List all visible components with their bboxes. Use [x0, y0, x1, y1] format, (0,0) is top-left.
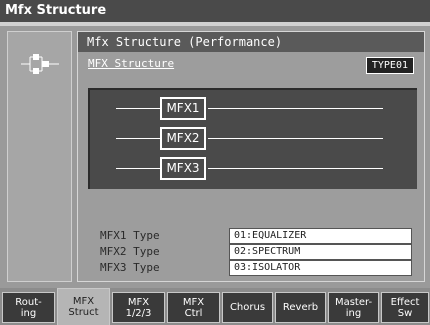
- signal-line-1-out: [208, 108, 383, 109]
- structure-type-badge[interactable]: TYPE01: [365, 57, 414, 74]
- mfx2-type-field[interactable]: 02:SPECTRUM: [229, 244, 412, 260]
- tab-reverb[interactable]: Reverb: [275, 292, 326, 323]
- tab-mfx-ctrl[interactable]: MFX Ctrl: [167, 292, 220, 323]
- tab-bar: Rout- ing MFX Struct MFX 1/2/3 MFX Ctrl …: [0, 288, 430, 325]
- mfx3-type-field[interactable]: 03:ISOLATOR: [229, 260, 412, 276]
- mfx1-type-field[interactable]: 01:EQUALIZER: [229, 228, 412, 244]
- structure-diagram: MFX1 MFX2 MFX3: [88, 88, 417, 189]
- tab-mfx-123[interactable]: MFX 1/2/3: [112, 292, 165, 323]
- tab-routing[interactable]: Rout- ing: [2, 292, 55, 323]
- signal-line-2-out: [208, 138, 383, 139]
- mfx3-type-label: MFX3 Type: [100, 261, 160, 274]
- window-title: Mfx Structure: [0, 0, 430, 22]
- mfx1-type-label: MFX1 Type: [100, 229, 160, 242]
- panel-header: Mfx Structure (Performance): [78, 32, 424, 52]
- signal-line-3-out: [208, 168, 383, 169]
- mfx-structure-panel: Mfx Structure (Performance) MFX Structur…: [77, 31, 425, 282]
- title-divider: [0, 22, 430, 26]
- structure-icon: [21, 54, 59, 74]
- section-label: MFX Structure: [88, 57, 175, 70]
- mfx1-type-row: MFX1 Type 01:EQUALIZER: [78, 228, 424, 244]
- mfx2-type-row: MFX2 Type 02:SPECTRUM: [78, 244, 424, 260]
- mfx1-block[interactable]: MFX1: [160, 97, 206, 120]
- tab-mastering[interactable]: Master- ing: [328, 292, 379, 323]
- mfx3-type-row: MFX3 Type 03:ISOLATOR: [78, 260, 424, 276]
- tab-effect-sw[interactable]: Effect Sw: [381, 292, 429, 323]
- mfx3-block[interactable]: MFX3: [160, 157, 206, 180]
- signal-line-1: [116, 108, 162, 109]
- left-panel: [7, 31, 72, 282]
- mfx2-block[interactable]: MFX2: [160, 127, 206, 150]
- tab-mfx-struct[interactable]: MFX Struct: [57, 288, 110, 325]
- tab-chorus[interactable]: Chorus: [222, 292, 273, 323]
- signal-line-3: [116, 168, 162, 169]
- signal-line-2: [116, 138, 162, 139]
- mfx2-type-label: MFX2 Type: [100, 245, 160, 258]
